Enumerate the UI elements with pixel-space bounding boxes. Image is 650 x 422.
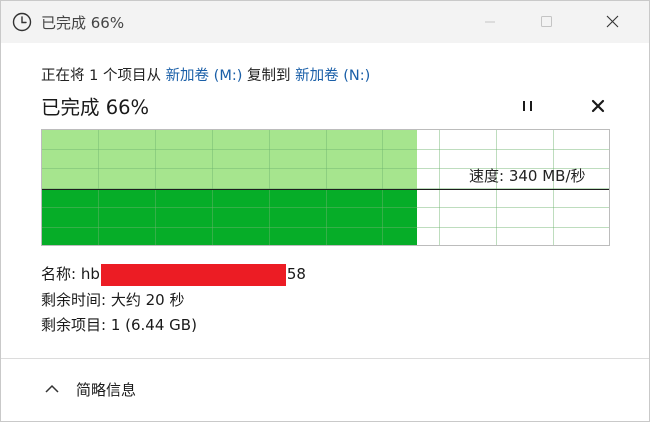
items-remaining: 剩余项目: 1 (6.44 GB)	[41, 316, 197, 334]
cancel-button[interactable]	[585, 93, 611, 119]
title-bar[interactable]: 已完成 66%	[1, 1, 649, 43]
window-title: 已完成 66%	[41, 14, 125, 32]
maximize-button[interactable]	[523, 1, 569, 43]
speed-graph-svg	[41, 129, 610, 246]
copy-middle: 复制到	[242, 68, 296, 84]
maximize-icon	[541, 16, 552, 27]
file-name-row: 名称: hb 58	[41, 263, 306, 286]
time-remaining: 剩余时间: 大约 20 秒	[41, 291, 185, 309]
pause-button[interactable]	[515, 93, 541, 119]
progress-title: 已完成 66%	[41, 96, 150, 119]
close-window-button[interactable]	[589, 1, 635, 43]
details-label: 简略信息	[76, 381, 137, 399]
pause-icon	[523, 101, 532, 111]
clock-icon	[12, 12, 32, 32]
progress-fill	[41, 129, 417, 189]
file-name-label: 名称:	[41, 265, 77, 283]
source-link[interactable]: 新加卷 (M:)	[166, 68, 243, 84]
speed-label: 速度: 340 MB/秒	[469, 167, 586, 185]
chevron-up-icon	[41, 378, 63, 400]
copy-prefix: 正在将 1 个项目从	[41, 68, 166, 84]
copy-dialog-window: 已完成 66% 正在将 1 个项目从 新加卷 (M:) 复制到 新加卷 (N:)…	[0, 0, 650, 422]
speed-area	[41, 189, 417, 246]
copy-description: 正在将 1 个项目从 新加卷 (M:) 复制到 新加卷 (N:)	[41, 64, 370, 85]
minimize-icon	[485, 21, 495, 23]
speed-graph	[41, 129, 610, 246]
redaction-block	[100, 263, 286, 286]
minimize-button[interactable]	[467, 1, 513, 43]
dialog-footer: 简略信息	[1, 359, 649, 421]
file-name-prefix: hb	[80, 265, 100, 283]
close-icon	[606, 15, 619, 28]
cancel-icon	[591, 99, 605, 113]
destination-link[interactable]: 新加卷 (N:)	[295, 68, 370, 84]
file-name-suffix: 58	[286, 265, 306, 283]
